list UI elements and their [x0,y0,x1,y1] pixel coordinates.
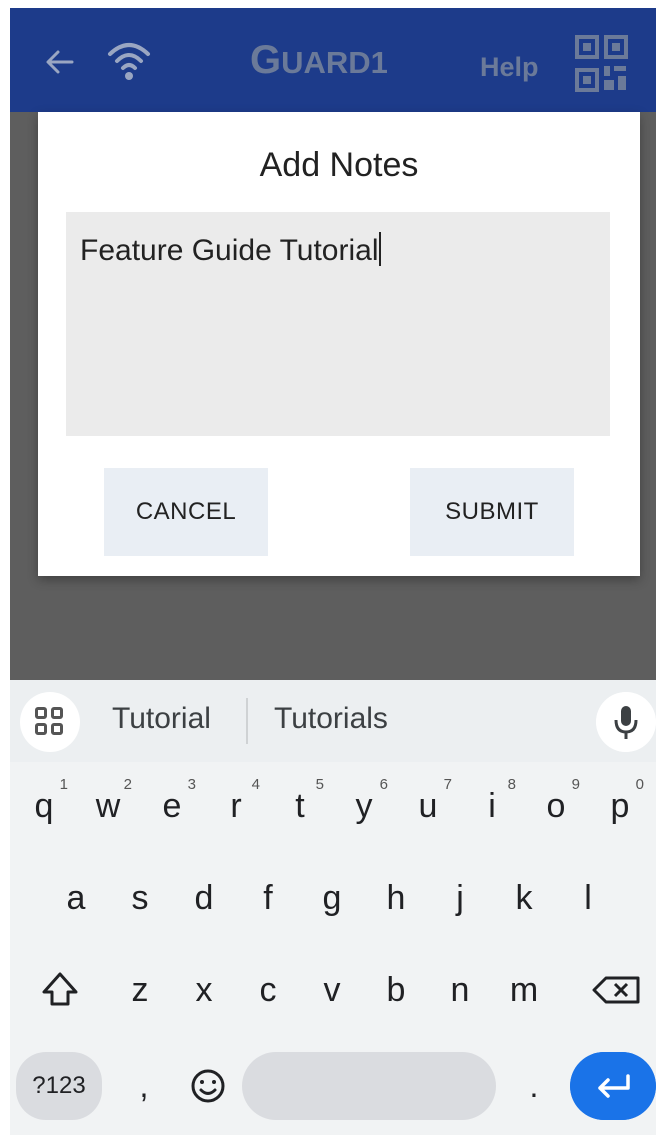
key-p-label: p [610,786,630,825]
shift-icon[interactable] [30,958,90,1022]
key-j-label: j [456,878,464,917]
key-v-label: v [323,970,341,1009]
key-y-label: y [355,786,373,825]
key-m-label: m [509,970,539,1009]
key-d-label: d [194,878,214,917]
key-c-label: c [259,970,277,1009]
key-l-label: l [584,878,592,917]
key-q-label: q [34,786,54,825]
key-d[interactable]: d [174,866,234,930]
key-t-label: t [295,786,305,825]
help-link[interactable]: Help [480,52,539,83]
key-z[interactable]: z [110,958,170,1022]
key-s-label: s [131,878,149,917]
key-r-hint: 4 [251,776,260,793]
key-u[interactable]: u7 [398,774,458,838]
key-z-label: z [131,970,149,1009]
key-q[interactable]: q1 [14,774,74,838]
notes-input[interactable]: Feature Guide Tutorial [66,212,610,436]
key-j[interactable]: j [430,866,490,930]
key-g-label: g [322,878,342,917]
backspace-icon[interactable] [588,958,648,1022]
key-b[interactable]: b [366,958,426,1022]
phone-screen: GUARD1 Help Add Notes Feature Guide Tuto [10,8,656,1135]
key-u-hint: 7 [443,776,452,793]
on-screen-keyboard: Tutorial Tutorials ?123 , . q 1 w 2 e 3 … [10,680,656,1135]
submit-button[interactable]: SUBMIT [410,468,574,556]
key-k[interactable]: k [494,866,554,930]
text-cursor [378,232,381,266]
key-y-hint: 6 [379,776,388,793]
key-q-hint: 1 [59,776,68,793]
key-o[interactable]: o9 [526,774,586,838]
comma-key[interactable]: , [120,1052,168,1120]
key-g[interactable]: g [302,866,362,930]
space-bar[interactable] [242,1052,496,1120]
emoji-icon[interactable] [180,1052,236,1120]
app-bar: GUARD1 Help [10,8,656,112]
key-b-label: b [386,970,406,1009]
symbols-key[interactable]: ?123 [16,1052,102,1120]
key-t-hint: 5 [315,776,324,793]
key-m[interactable]: m [494,958,554,1022]
cancel-button[interactable]: CANCEL [104,468,268,556]
key-e-label: e [162,786,182,825]
key-f-label: f [263,878,273,917]
key-e[interactable]: e3 [142,774,202,838]
key-o-label: o [546,786,566,825]
key-s[interactable]: s [110,866,170,930]
key-o-hint: 9 [571,776,580,793]
microphone-icon[interactable] [596,692,656,752]
add-notes-dialog: Add Notes Feature Guide Tutorial CANCEL … [38,112,640,576]
key-p[interactable]: p0 [590,774,650,838]
key-h[interactable]: h [366,866,426,930]
brand-first-letter: G [250,38,282,82]
suggestion-divider [246,698,248,744]
key-a[interactable]: a [46,866,106,930]
key-v[interactable]: v [302,958,362,1022]
brand-rest: UARD1 [281,45,388,80]
key-n[interactable]: n [430,958,490,1022]
suggestion-strip: Tutorial Tutorials [10,680,656,762]
key-i-label: i [488,786,496,825]
apps-grid-icon[interactable] [20,692,80,752]
key-r[interactable]: r4 [206,774,266,838]
enter-icon[interactable] [570,1052,656,1120]
key-h-label: h [386,878,406,917]
key-t[interactable]: t5 [270,774,330,838]
key-u-label: u [418,786,438,825]
key-y[interactable]: y6 [334,774,394,838]
key-r-label: r [230,786,242,825]
qr-code-icon[interactable] [574,34,630,94]
key-p-hint: 0 [635,776,644,793]
key-x-label: x [195,970,213,1009]
key-c[interactable]: c [238,958,298,1022]
suggestion-1[interactable]: Tutorial [112,702,211,736]
back-arrow-icon[interactable] [42,44,78,80]
key-i[interactable]: i8 [462,774,522,838]
key-k-label: k [515,878,533,917]
key-x[interactable]: x [174,958,234,1022]
key-l[interactable]: l [558,866,618,930]
key-w[interactable]: w2 [78,774,138,838]
key-i-hint: 8 [507,776,516,793]
period-key[interactable]: . [510,1052,558,1120]
wifi-icon [108,43,150,80]
key-e-hint: 3 [187,776,196,793]
brand-logo: GUARD1 [250,38,388,83]
key-n-label: n [450,970,470,1009]
suggestion-2[interactable]: Tutorials [274,702,388,736]
key-w-label: w [95,786,121,825]
dialog-title: Add Notes [259,146,419,184]
key-f[interactable]: f [238,866,298,930]
notes-input-value: Feature Guide Tutorial [80,234,379,267]
key-a-label: a [66,878,86,917]
key-w-hint: 2 [123,776,132,793]
